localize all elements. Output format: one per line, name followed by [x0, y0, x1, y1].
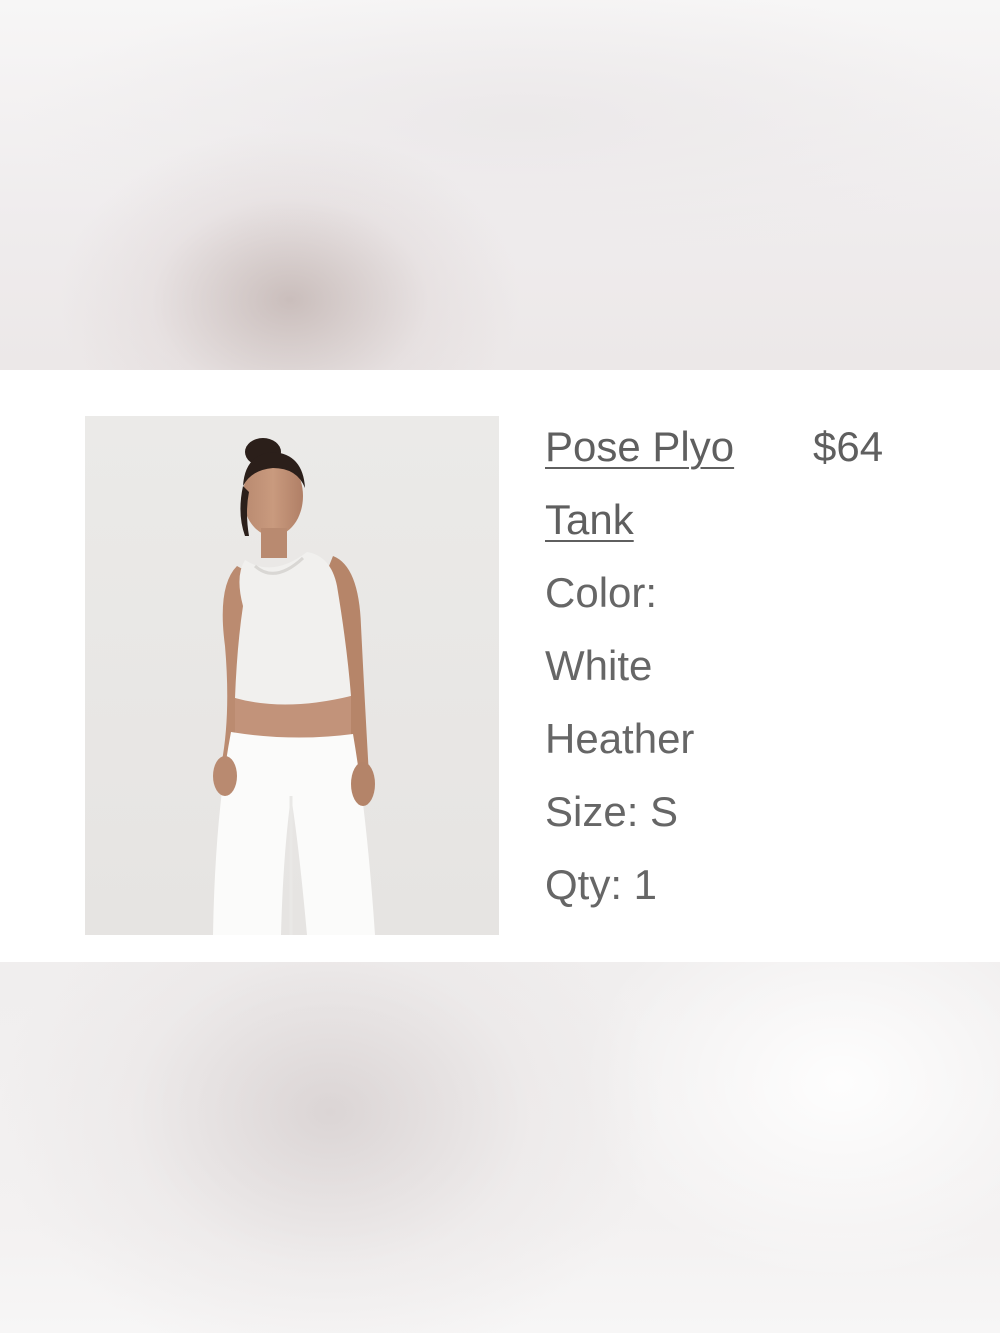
color-value: White Heather	[545, 642, 695, 762]
size-value: Size: S	[545, 788, 679, 835]
blurred-background-top	[0, 0, 1000, 370]
page: Pose Plyo Tank $64 Color: White Heather …	[0, 0, 1000, 1333]
color-label: Color:	[545, 569, 658, 616]
product-price: $64	[813, 423, 884, 470]
product-image[interactable]	[85, 416, 499, 935]
product-details: Pose Plyo Tank $64 Color: White Heather …	[545, 410, 945, 921]
blurred-background-bottom	[0, 962, 1000, 1333]
quantity-value: Qty: 1	[545, 861, 658, 908]
product-name-link[interactable]: Pose Plyo Tank	[545, 410, 785, 556]
model-photo	[85, 416, 499, 935]
cart-item-card: Pose Plyo Tank $64 Color: White Heather …	[0, 370, 1000, 962]
